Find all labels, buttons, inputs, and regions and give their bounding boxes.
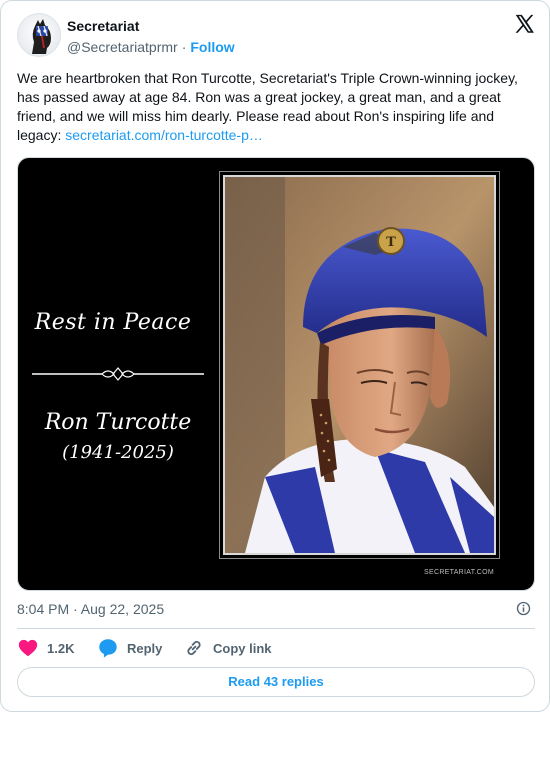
horse-head-icon <box>32 19 51 54</box>
speech-bubble-icon <box>99 639 117 658</box>
follow-button[interactable]: Follow <box>190 39 234 55</box>
helmet-initial: T <box>386 235 396 250</box>
like-count: 1.2K <box>47 640 75 656</box>
author-block: Secretariat @Secretariatprmr · Follow <box>67 17 235 56</box>
heart-icon <box>18 639 38 657</box>
timestamp[interactable]: 8:04 PM · Aug 22, 2025 <box>17 601 164 617</box>
read-replies-button[interactable]: Read 43 replies <box>17 667 535 697</box>
reply-label: Reply <box>127 640 163 656</box>
tweet-text: We are heartbroken that Ron Turcotte, Se… <box>17 69 533 145</box>
separator-dot: · <box>181 39 187 55</box>
link-icon <box>187 640 201 656</box>
display-name[interactable]: Secretariat <box>67 17 235 35</box>
tweet-card: Secretariat @Secretariatprmr · Follow We a… <box>0 0 550 712</box>
tweet-media[interactable]: Rest in Peace Ron Turcotte (1941-2025) T… <box>17 157 535 591</box>
media-watermark: SECRETARIAT.COM <box>424 569 494 576</box>
copy-link-button[interactable]: Copy link <box>183 637 272 659</box>
reply-button[interactable]: Reply <box>97 637 162 659</box>
action-bar: 1.2K Reply Copy link <box>17 637 535 659</box>
timestamp-row: 8:04 PM · Aug 22, 2025 <box>17 600 535 618</box>
jockey-photo: T <box>219 171 500 559</box>
handle[interactable]: @Secretariatprmr <box>67 39 178 55</box>
jockey-years: (1941-2025) <box>62 442 174 463</box>
jockey-name: Ron Turcotte <box>44 410 192 435</box>
like-button[interactable]: 1.2K <box>17 637 74 659</box>
info-icon[interactable] <box>516 601 531 616</box>
copy-link-label: Copy link <box>213 640 272 656</box>
ornament-divider-icon <box>32 367 204 381</box>
x-logo-icon[interactable] <box>513 13 535 35</box>
divider <box>17 628 535 629</box>
handle-row: @Secretariatprmr · Follow <box>67 38 235 56</box>
memorial-text-panel: Rest in Peace Ron Turcotte (1941-2025) <box>18 158 218 590</box>
tweet-link[interactable]: secretariat.com/ron-turcotte-p… <box>65 127 263 143</box>
rest-in-peace-heading: Rest in Peace <box>34 310 192 335</box>
jockey-portrait-image: T <box>225 177 494 553</box>
tweet-header: Secretariat @Secretariatprmr · Follow <box>17 13 535 59</box>
avatar[interactable] <box>17 13 61 57</box>
